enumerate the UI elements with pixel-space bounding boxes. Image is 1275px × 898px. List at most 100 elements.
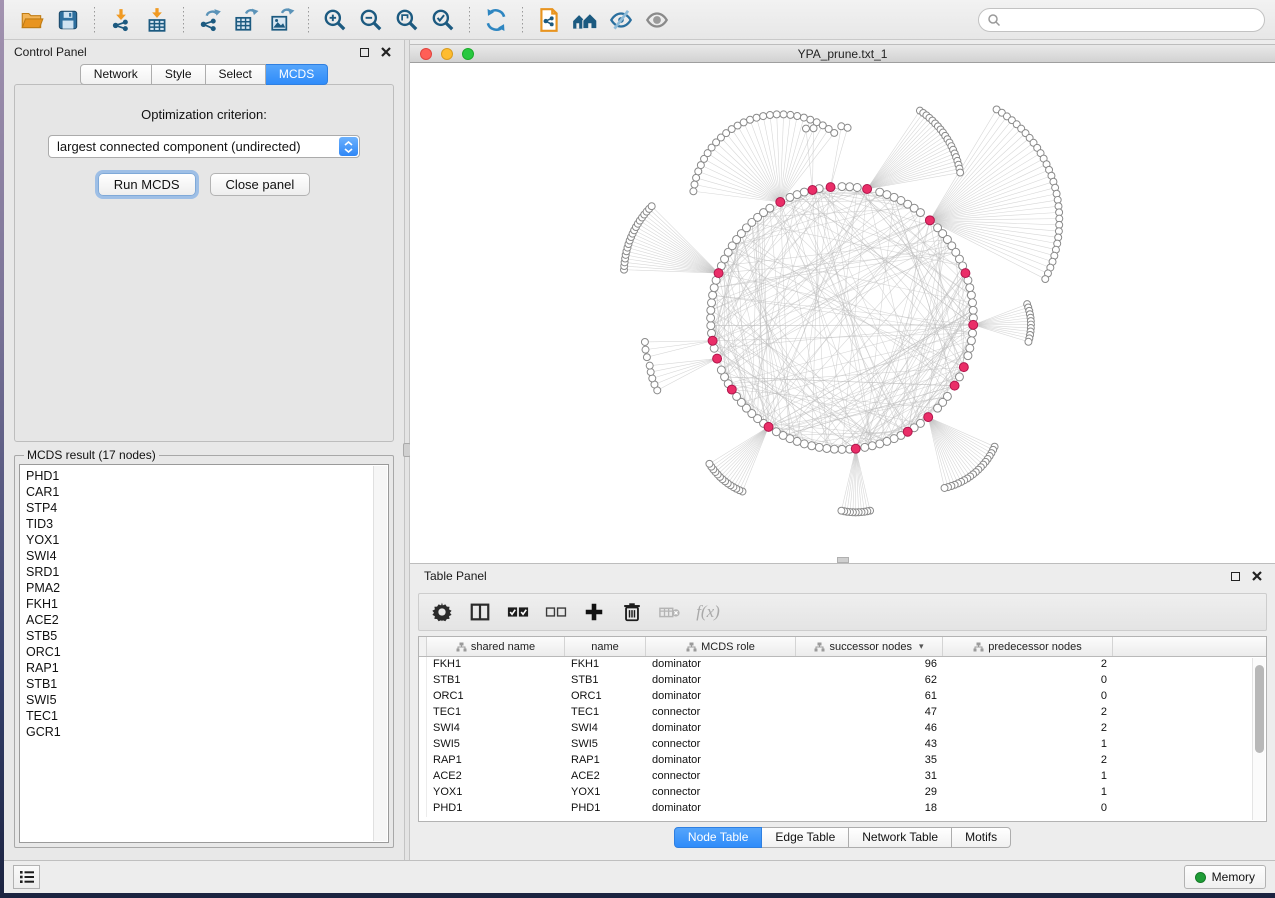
table-row[interactable]: STB1STB1dominator620 xyxy=(419,673,1266,689)
mcds-result-item[interactable]: YOX1 xyxy=(26,532,388,548)
graph-node[interactable] xyxy=(717,366,725,374)
graph-leaf-node[interactable] xyxy=(690,188,697,195)
refresh-button[interactable] xyxy=(480,4,512,36)
graph-node[interactable] xyxy=(967,337,975,345)
cell-MCDS-role[interactable]: dominator xyxy=(646,657,796,673)
cell-successor-nodes[interactable]: 35 xyxy=(796,753,943,769)
graph-leaf-node[interactable] xyxy=(646,362,653,369)
cell-name[interactable]: ACE2 xyxy=(565,769,646,785)
cell-successor-nodes[interactable]: 47 xyxy=(796,705,943,721)
graph-leaf-node[interactable] xyxy=(780,111,787,118)
mcds-result-item[interactable]: PMA2 xyxy=(26,580,388,596)
delete-column-button[interactable] xyxy=(617,597,647,627)
graph-leaf-node[interactable] xyxy=(641,338,648,345)
cell-name[interactable]: YOX1 xyxy=(565,785,646,801)
graph-leaf-node[interactable] xyxy=(753,114,760,121)
cell-predecessor-nodes[interactable]: 2 xyxy=(943,721,1113,737)
graph-leaf-node[interactable] xyxy=(649,375,656,382)
import-network-button[interactable] xyxy=(105,4,137,36)
cell-successor-nodes[interactable]: 62 xyxy=(796,673,943,689)
table-row[interactable]: FKH1FKH1dominator962 xyxy=(419,657,1266,673)
close-panel-button[interactable] xyxy=(378,44,394,60)
cell-MCDS-role[interactable]: connector xyxy=(646,705,796,721)
network-canvas[interactable] xyxy=(410,63,1275,563)
column-header-shared-name[interactable]: shared name xyxy=(427,637,565,656)
network-graph[interactable] xyxy=(410,63,1275,563)
cell-name[interactable]: RAP1 xyxy=(565,753,646,769)
table-row[interactable]: ACE2ACE2connector311 xyxy=(419,769,1266,785)
graph-node[interactable] xyxy=(969,299,977,307)
graph-node[interactable] xyxy=(966,344,974,352)
graph-node[interactable] xyxy=(868,442,876,450)
select-all-button[interactable] xyxy=(503,597,533,627)
mcds-result-item[interactable]: TEC1 xyxy=(26,708,388,724)
tab-edge-table[interactable]: Edge Table xyxy=(762,827,849,848)
mcds-result-item[interactable]: SWI4 xyxy=(26,548,388,564)
graph-node[interactable] xyxy=(709,291,717,299)
cell-predecessor-nodes[interactable]: 1 xyxy=(943,769,1113,785)
graph-leaf-node[interactable] xyxy=(643,354,650,361)
export-image-button[interactable] xyxy=(266,4,298,36)
graph-node[interactable] xyxy=(966,284,974,292)
graph-leaf-node[interactable] xyxy=(773,111,780,118)
cell-successor-nodes[interactable]: 96 xyxy=(796,657,943,673)
zoom-selected-button[interactable] xyxy=(427,4,459,36)
column-header-successor-nodes[interactable]: successor nodes▾ xyxy=(796,637,943,656)
graph-node[interactable] xyxy=(823,444,831,452)
graph-mcds-node[interactable] xyxy=(776,198,785,207)
cell-predecessor-nodes[interactable]: 2 xyxy=(943,753,1113,769)
graph-node[interactable] xyxy=(846,183,854,191)
graph-node[interactable] xyxy=(708,299,716,307)
column-header-name[interactable]: name xyxy=(565,637,646,656)
graph-node[interactable] xyxy=(876,440,884,448)
graph-leaf-node[interactable] xyxy=(1025,338,1032,345)
close-table-panel-button[interactable] xyxy=(1249,568,1265,584)
graph-leaf-node[interactable] xyxy=(794,113,801,120)
graph-node[interactable] xyxy=(916,209,924,217)
graph-mcds-node[interactable] xyxy=(961,269,970,278)
hide-details-button[interactable] xyxy=(605,4,637,36)
tab-motifs[interactable]: Motifs xyxy=(952,827,1011,848)
cell-name[interactable]: SWI4 xyxy=(565,721,646,737)
save-session-button[interactable] xyxy=(52,4,84,36)
graph-leaf-node[interactable] xyxy=(810,125,817,132)
graph-mcds-node[interactable] xyxy=(959,363,968,372)
float-table-panel-button[interactable] xyxy=(1227,568,1243,584)
show-details-button[interactable] xyxy=(641,4,673,36)
add-column-button[interactable] xyxy=(579,597,609,627)
graph-node[interactable] xyxy=(707,306,715,314)
close-mcds-panel-button[interactable]: Close panel xyxy=(210,173,311,196)
graph-node[interactable] xyxy=(707,314,715,322)
graph-leaf-node[interactable] xyxy=(693,174,700,181)
graph-mcds-node[interactable] xyxy=(708,336,717,345)
cell-successor-nodes[interactable]: 61 xyxy=(796,689,943,705)
table-settings-button[interactable] xyxy=(427,597,457,627)
graph-leaf-node[interactable] xyxy=(838,507,845,514)
cell-name[interactable]: STB1 xyxy=(565,673,646,689)
graph-node[interactable] xyxy=(967,291,975,299)
run-mcds-button[interactable]: Run MCDS xyxy=(98,173,196,196)
graph-mcds-node[interactable] xyxy=(727,385,736,394)
cell-shared-name[interactable]: FKH1 xyxy=(427,657,565,673)
mcds-result-item[interactable]: RAP1 xyxy=(26,660,388,676)
mcds-result-item[interactable]: STB5 xyxy=(26,628,388,644)
cell-MCDS-role[interactable]: dominator xyxy=(646,673,796,689)
optimization-criterion-select[interactable]: largest connected component (undirected) xyxy=(48,135,360,158)
toggle-columns-button[interactable] xyxy=(465,597,495,627)
cell-predecessor-nodes[interactable]: 0 xyxy=(943,689,1113,705)
mcds-result-item[interactable]: SWI5 xyxy=(26,692,388,708)
graph-mcds-node[interactable] xyxy=(903,427,912,436)
mcds-result-item[interactable]: TID3 xyxy=(26,516,388,532)
graph-node[interactable] xyxy=(838,183,846,191)
cell-shared-name[interactable]: PHD1 xyxy=(427,801,565,817)
cell-predecessor-nodes[interactable]: 0 xyxy=(943,673,1113,689)
cell-shared-name[interactable]: RAP1 xyxy=(427,753,565,769)
graph-node[interactable] xyxy=(766,204,774,212)
close-window-icon[interactable] xyxy=(420,48,432,60)
cell-MCDS-role[interactable]: dominator xyxy=(646,721,796,737)
mcds-result-item[interactable]: STP4 xyxy=(26,500,388,516)
minimize-window-icon[interactable] xyxy=(441,48,453,60)
deselect-all-button[interactable] xyxy=(541,597,571,627)
graph-mcds-node[interactable] xyxy=(924,413,933,422)
graph-node[interactable] xyxy=(838,445,846,453)
